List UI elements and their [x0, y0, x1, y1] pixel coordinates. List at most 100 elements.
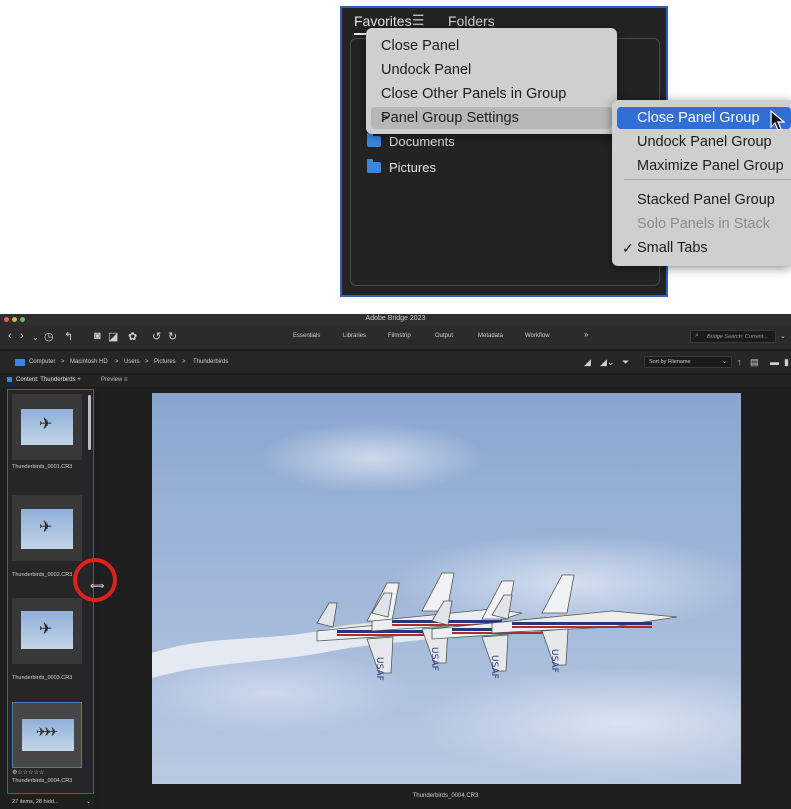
preview-image[interactable]: USAF USAF USAF USAF [152, 393, 741, 784]
breadcrumb-pictures[interactable]: Pictures [154, 359, 176, 365]
tab-label: Preview [101, 377, 123, 383]
new-folder-icon[interactable]: ▤ [750, 357, 759, 368]
workspace-filmstrip[interactable]: Filmstrip [388, 333, 411, 339]
tab-content[interactable]: Content: Thunderbirds + [7, 377, 81, 383]
item-count: 27 items, 28 hidd... [12, 799, 59, 805]
checkmark-icon: ✓ [622, 240, 634, 256]
tab-favorites[interactable]: Favorites [354, 13, 412, 29]
menu-item-label: Small Tabs [637, 240, 708, 256]
sort-ascending-icon[interactable]: ↑ [737, 357, 742, 367]
menu-item-undock-panel[interactable]: Undock Panel [366, 59, 617, 81]
return-to-app-icon[interactable]: ↰ [64, 330, 73, 343]
thumbnail-cell-selected[interactable]: ✈✈✈ [12, 702, 82, 768]
thumbnail-filename: Thunderbirds_0001.CR3 [12, 464, 73, 470]
forward-icon[interactable]: › [20, 330, 24, 342]
open-in-camera-raw-icon[interactable]: ✿ [128, 330, 137, 343]
sort-label: Sort by Filename [649, 359, 691, 365]
jet-icon: ✈ [39, 416, 53, 433]
thumbnail-image: ✈ [21, 611, 73, 649]
menu-item-panel-group-settings[interactable]: Panel Group Settings > [371, 107, 612, 129]
add-tab-icon[interactable]: + [77, 377, 81, 383]
workspace-libraries[interactable]: Libraries [343, 333, 366, 339]
panel-menu-icon[interactable]: ≡ [124, 377, 128, 383]
menu-item-close-other-panels[interactable]: Close Other Panels in Group [366, 83, 617, 105]
thumbnail-filename: Thunderbirds_0003.CR3 [12, 675, 73, 681]
menu-item-close-panel-group[interactable]: Close Panel Group [617, 107, 791, 129]
jet-marking: USAF [374, 657, 384, 681]
menu-item-undock-panel-group[interactable]: Undock Panel Group [612, 131, 791, 153]
workspace-output[interactable]: Output [435, 333, 453, 339]
rating-filter-icon[interactable]: ◢⌄ [600, 357, 614, 368]
panel-menu-icon[interactable]: ☰ [412, 12, 425, 29]
back-icon[interactable]: ‹ [8, 330, 12, 342]
workspace-workflow[interactable]: Workflow [525, 333, 550, 339]
preview-filename: Thunderbirds_0004.CR3 [412, 793, 479, 799]
chevron-down-icon[interactable]: ⌄ [86, 798, 91, 805]
menu-item-close-panel[interactable]: Close Panel [366, 35, 617, 57]
thumbnail-cell[interactable]: ✈ [12, 495, 82, 561]
menu-item-label: Undock Panel Group [637, 134, 772, 150]
refine-icon[interactable]: ◪ [108, 330, 118, 343]
thumbnail-filename: Thunderbirds_0004.CR3 [12, 778, 73, 784]
trash-icon[interactable]: ▮ [784, 357, 789, 368]
workspace-essentials[interactable]: Essentials [293, 333, 320, 339]
search-input[interactable]: ⌕ Bridge Search: Current... [690, 330, 776, 343]
jet-icon: ✈ [39, 519, 53, 536]
highlight-circle [73, 558, 117, 602]
folder-icon [15, 359, 25, 366]
open-recent-icon[interactable]: ▬ [770, 357, 779, 367]
menu-separator [624, 179, 791, 180]
breadcrumb-thunderbirds[interactable]: Thunderbirds [193, 359, 228, 365]
tab-label: Content: Thunderbirds [16, 377, 76, 383]
quality-icon[interactable]: ◢ [584, 357, 591, 368]
camera-icon[interactable]: ◙ [94, 330, 101, 342]
chevron-down-icon[interactable]: ⌄ [780, 332, 786, 340]
mouse-pointer-icon [770, 110, 786, 131]
favorite-label: Documents [389, 134, 455, 149]
menu-item-small-tabs[interactable]: ✓ Small Tabs [612, 237, 791, 259]
search-placeholder: Bridge Search: Current... [707, 334, 768, 340]
favorite-item-documents[interactable]: Documents [367, 133, 455, 152]
menu-item-solo-panels-in-stack: Solo Panels in Stack [612, 213, 791, 235]
breadcrumb-macintosh-hd[interactable]: Macintosh HD [70, 359, 108, 365]
bridge-window: Adobe Bridge 2023 ‹ › ⌄ ◷ ↰ ◙ ◪ ✿ ↺ ↻ Es… [0, 314, 791, 809]
thumbnail-cell[interactable]: ✈ [12, 394, 82, 460]
breadcrumb-separator: > [145, 359, 149, 365]
favorite-item-pictures[interactable]: Pictures [367, 159, 436, 178]
jet-marking: USAF [549, 649, 559, 673]
tab-preview[interactable]: Preview ≡ [101, 377, 128, 383]
breadcrumb-computer[interactable]: Computer [29, 359, 55, 365]
workspace-metadata[interactable]: Metadata [478, 333, 503, 339]
menu-item-maximize-panel-group[interactable]: Maximize Panel Group [612, 155, 791, 177]
menu-item-label: Maximize Panel Group [637, 158, 784, 174]
folder-icon [367, 159, 381, 173]
folder-icon [367, 133, 381, 147]
app-toolbar: ‹ › ⌄ ◷ ↰ ◙ ◪ ✿ ↺ ↻ Essentials Libraries… [0, 325, 791, 350]
recent-history-icon[interactable]: ◷ [44, 330, 54, 343]
scrollbar-thumb[interactable] [88, 395, 91, 450]
star-rating[interactable]: ⚙☆☆☆☆☆ [12, 769, 44, 776]
filter-icon[interactable]: ⏷ [622, 357, 629, 368]
thumbnail-cell[interactable]: ✈ [12, 598, 82, 664]
panel-context-menu: Close Panel Undock Panel Close Other Pan… [366, 28, 617, 134]
panel-group-settings-submenu: Close Panel Group Undock Panel Group Max… [612, 100, 791, 266]
path-bar: Computer > Macintosh HD > Users > Pictur… [0, 351, 791, 373]
breadcrumb-separator: > [61, 359, 65, 365]
jet-icon: ✈✈✈ [36, 725, 58, 739]
search-icon: ⌕ [695, 332, 699, 339]
more-workspaces-icon[interactable]: » [584, 330, 588, 339]
tab-folders[interactable]: Folders [448, 13, 495, 29]
sort-select[interactable]: Sort by Filename ⌄ [644, 356, 732, 368]
rotate-right-icon[interactable]: ↻ [168, 330, 177, 343]
rotate-left-icon[interactable]: ↺ [152, 330, 161, 343]
panel-tab-row: Content: Thunderbirds + Preview ≡ [0, 375, 791, 387]
favorite-label: Pictures [389, 160, 436, 175]
chevron-right-icon: > [381, 109, 390, 125]
menu-item-stacked-panel-group[interactable]: Stacked Panel Group [612, 189, 791, 211]
window-titlebar: Adobe Bridge 2023 [0, 314, 791, 325]
preview-panel: USAF USAF USAF USAF Thunderbirds_0004.CR… [100, 389, 791, 809]
chevron-down-icon[interactable]: ⌄ [32, 333, 39, 342]
breadcrumb-separator: > [182, 359, 186, 365]
breadcrumb-users[interactable]: Users [124, 359, 140, 365]
thumbnail-image: ✈ [21, 409, 73, 445]
